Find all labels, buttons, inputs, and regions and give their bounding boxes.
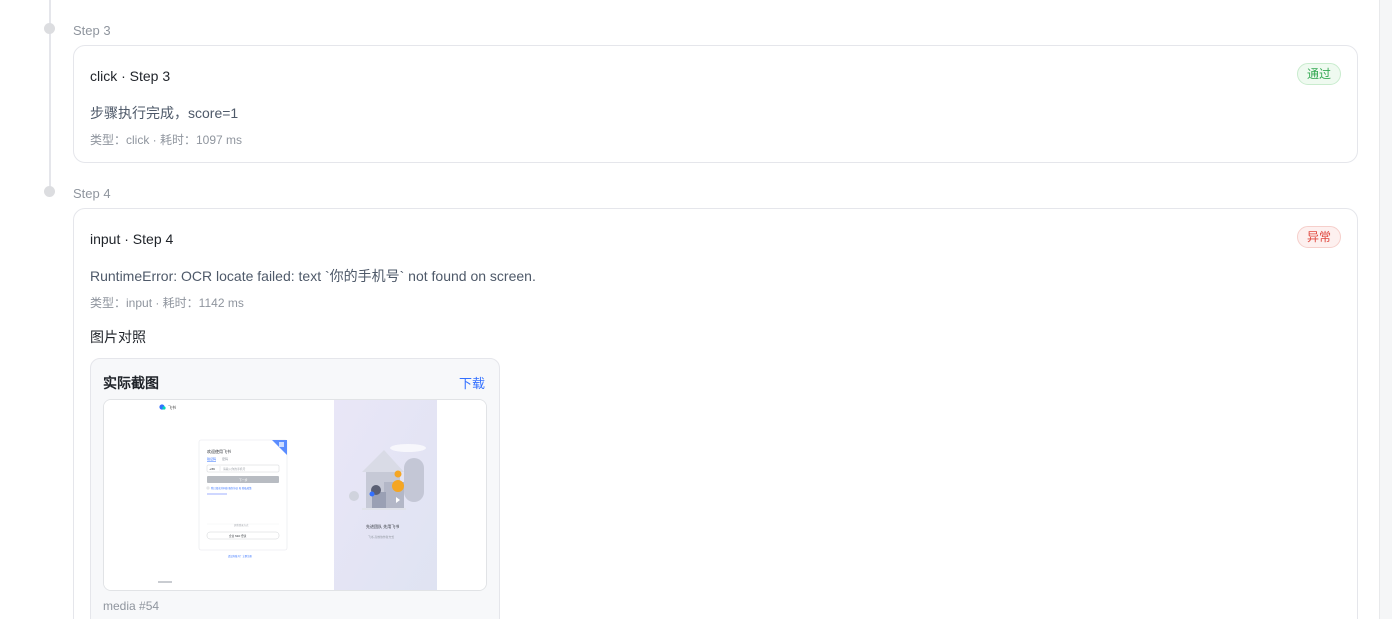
svg-text:请输入你的手机号: 请输入你的手机号	[223, 467, 246, 471]
step-4-message: RuntimeError: OCR locate failed: text `你…	[90, 268, 536, 284]
svg-text:欢迎使用飞书: 欢迎使用飞书	[207, 448, 231, 454]
timeline-dot-step-3	[44, 23, 55, 34]
step-4-meta: 类型：input · 耗时：1142 ms	[90, 296, 244, 310]
svg-text:密码: 密码	[222, 456, 228, 461]
actual-screenshot-panel: 实际截图 下载 飞书 欢迎使用飞书 验证码 密码 +86 请输入你的手机号 下一…	[90, 358, 500, 619]
step-3-card: click · Step 3 通过 步骤执行完成，score=1 类型：clic…	[73, 45, 1358, 163]
status-badge-pass: 通过	[1296, 63, 1341, 85]
step-3-label: Step 3	[73, 23, 111, 38]
thumb-brand: 飞书	[168, 404, 176, 410]
svg-text:下一步: 下一步	[239, 478, 248, 482]
scrollbar[interactable]	[1379, 0, 1392, 619]
svg-text:+86: +86	[209, 467, 215, 471]
svg-text:我已阅读并同意 服务协议 和 隐私政策: 我已阅读并同意 服务协议 和 隐私政策	[211, 486, 252, 490]
step-4-title: input · Step 4	[90, 231, 174, 247]
svg-text:验证码: 验证码	[207, 456, 216, 461]
image-compare-title: 图片对照	[90, 329, 146, 345]
svg-text:企业 SSO 登录: 企业 SSO 登录	[229, 534, 247, 538]
status-badge-error: 异常	[1296, 226, 1341, 248]
svg-text:其他登录方式: 其他登录方式	[234, 523, 249, 527]
download-link[interactable]: 下载	[459, 373, 485, 392]
step-4-card: input · Step 4 异常 RuntimeError: OCR loca…	[73, 208, 1358, 619]
step-3-meta: 类型：click · 耗时：1097 ms	[90, 133, 243, 147]
step-4-label: Step 4	[73, 186, 111, 201]
media-caption: media #54	[103, 599, 160, 613]
step-3-message: 步骤执行完成，score=1	[90, 105, 239, 121]
screenshot-thumbnail[interactable]: 飞书 欢迎使用飞书 验证码 密码 +86 请输入你的手机号 下一步 我已阅读并同…	[103, 399, 487, 591]
svg-text:还没有账号？立即注册: 还没有账号？立即注册	[228, 554, 253, 558]
svg-text:先进团队 先用飞书: 先进团队 先用飞书	[366, 523, 399, 529]
actual-screenshot-title: 实际截图	[103, 375, 159, 391]
svg-text:飞书·高效协作新方式: 飞书·高效协作新方式	[368, 535, 394, 539]
step-3-title: click · Step 3	[90, 68, 171, 84]
timeline-dot-step-4	[44, 186, 55, 197]
step-results-page: Step 3 click · Step 3 通过 步骤执行完成，score=1 …	[0, 0, 1392, 619]
